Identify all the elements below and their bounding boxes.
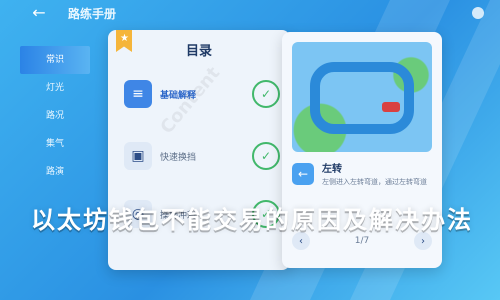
step-info: ← 左转 左侧进入左转弯道，通过左转弯道 xyxy=(292,160,432,187)
sidebar: 常识 灯光 路况 集气 路演 xyxy=(20,46,90,186)
sidebar-item-lukuang[interactable]: 路况 xyxy=(20,102,90,130)
step-subtitle: 左侧进入左转弯道，通过左转弯道 xyxy=(322,178,427,186)
app-title: 路练手册 xyxy=(68,7,117,21)
gamepad-icon: ▣ xyxy=(124,142,152,170)
turn-left-icon: ← xyxy=(292,162,314,185)
track-illustration xyxy=(292,42,432,152)
catalog-entry-label: 快速换挡 xyxy=(160,152,197,163)
step-title: 左转 xyxy=(322,164,342,175)
catalog-title: 目录 xyxy=(185,44,212,59)
status-dot-icon xyxy=(472,7,484,19)
check-icon: ✓ xyxy=(252,80,280,108)
page-indicator: 1/7 xyxy=(354,236,370,246)
sidebar-item-dengguang[interactable]: 灯光 xyxy=(20,74,90,102)
sidebar-item-luyan[interactable]: 路演 xyxy=(20,158,90,186)
sidebar-item-changshi[interactable]: 常识 xyxy=(20,46,90,74)
top-bar: ← 路练手册 xyxy=(0,0,500,26)
list-icon: ≡ xyxy=(124,80,152,108)
car-icon xyxy=(382,102,400,112)
catalog-entry-2[interactable]: ▣ 快速换挡 ✓ xyxy=(124,136,280,176)
sidebar-item-jiqi[interactable]: 集气 xyxy=(20,130,90,158)
road-loop xyxy=(310,62,414,134)
step-text: 左转 左侧进入左转弯道，通过左转弯道 xyxy=(322,160,427,187)
check-icon: ✓ xyxy=(252,142,280,170)
overlay-caption: 以太坊钱包不能交易的原因及解决办法 xyxy=(31,205,473,234)
back-arrow-icon[interactable]: ← xyxy=(30,4,48,22)
